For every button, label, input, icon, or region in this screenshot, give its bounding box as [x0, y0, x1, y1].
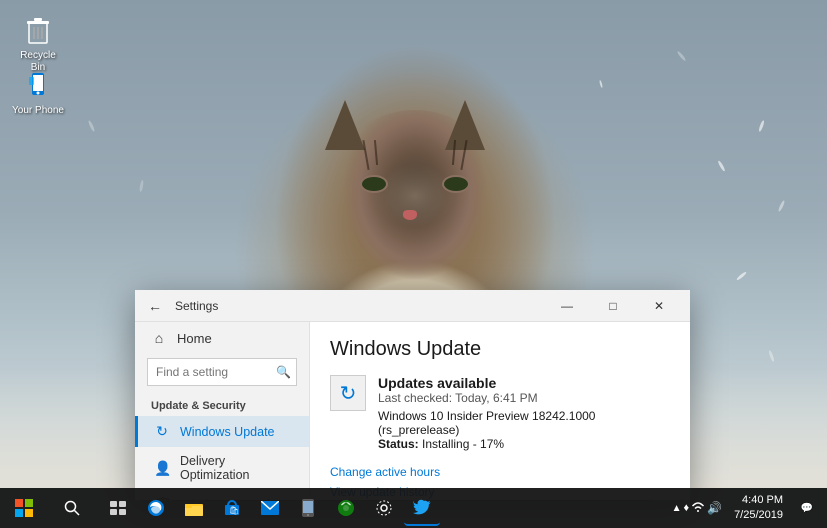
sidebar-item-delivery-opt[interactable]: 👤 Delivery Optimization	[135, 447, 309, 489]
your-phone-image	[22, 69, 54, 101]
svg-text:🛍: 🛍	[229, 506, 239, 515]
store-button[interactable]: 🛍	[214, 490, 250, 526]
sidebar-home-label: Home	[177, 331, 212, 346]
windows-update-label: Windows Update	[180, 425, 275, 439]
settings-sidebar: ⌂ Home 🔍 Update & Security ↻ Windows Upd…	[135, 322, 310, 500]
volume-icon[interactable]: 🔊	[707, 501, 722, 515]
home-icon: ⌂	[151, 330, 167, 346]
maximize-button[interactable]: □	[590, 290, 636, 322]
settings-body: ⌂ Home 🔍 Update & Security ↻ Windows Upd…	[135, 322, 690, 500]
update-status-icon: ↻	[330, 375, 366, 411]
window-controls: — □ ✕	[544, 290, 682, 322]
windows-update-icon: ↻	[154, 423, 170, 440]
sidebar-search-container: 🔍	[147, 358, 297, 386]
delivery-opt-label: Delivery Optimization	[180, 454, 293, 482]
settings-window: ← Settings — □ ✕ ⌂ Home 🔍	[135, 290, 690, 500]
edge-button[interactable]	[138, 490, 174, 526]
task-view-button[interactable]	[100, 490, 136, 526]
settings-taskbar-button[interactable]	[366, 490, 402, 526]
your-phone-label: Your Phone	[12, 105, 64, 117]
taskbar: 🛍	[0, 488, 827, 528]
change-active-hours-link[interactable]: Change active hours	[330, 465, 670, 479]
search-icon: 🔍	[276, 365, 291, 379]
update-info: Updates available Last checked: Today, 6…	[378, 375, 670, 451]
system-tray[interactable]: ▲ ♦ 🔊	[672, 501, 722, 516]
phone-taskbar-button[interactable]	[290, 490, 326, 526]
update-subtitle: Last checked: Today, 6:41 PM	[378, 391, 670, 405]
update-status-label: Status:	[378, 437, 419, 451]
delivery-opt-icon: 👤	[154, 460, 170, 477]
clock-date: 7/25/2019	[734, 508, 783, 523]
clock-time: 4:40 PM	[734, 493, 783, 508]
file-explorer-button[interactable]	[176, 490, 212, 526]
search-input[interactable]	[147, 358, 297, 386]
sidebar-item-windows-update[interactable]: ↻ Windows Update	[135, 416, 309, 447]
update-status: Status: Installing - 17%	[378, 437, 670, 451]
minimize-button[interactable]: —	[544, 290, 590, 322]
window-title: Settings	[175, 299, 218, 313]
update-version: Windows 10 Insider Preview 18242.1000 (r…	[378, 409, 670, 437]
network-icon[interactable]	[691, 501, 705, 516]
notification-center[interactable]: 💬	[795, 490, 819, 526]
close-button[interactable]: ✕	[636, 290, 682, 322]
taskbar-right: ▲ ♦ 🔊 4:40 PM 7/25/2019 💬	[672, 490, 827, 526]
back-button[interactable]: ←	[143, 294, 167, 318]
update-card: ↻ Updates available Last checked: Today,…	[330, 375, 670, 451]
desktop: Recycle Bin Your Phone ← Settings — □ ✕	[0, 0, 827, 528]
sidebar-section-title: Update & Security	[135, 394, 309, 416]
update-status-value: Installing - 17%	[422, 437, 504, 451]
page-title: Windows Update	[330, 338, 670, 361]
recycle-bin-image	[22, 14, 54, 46]
taskbar-search-button[interactable]	[48, 488, 96, 528]
sidebar-home[interactable]: ⌂ Home	[135, 322, 309, 354]
your-phone-icon[interactable]: Your Phone	[8, 65, 68, 121]
taskbar-app-icons: 🛍	[96, 490, 444, 526]
title-bar: ← Settings — □ ✕	[135, 290, 690, 322]
mail-button[interactable]	[252, 490, 288, 526]
twitter-button[interactable]	[404, 490, 440, 526]
system-clock[interactable]: 4:40 PM 7/25/2019	[726, 493, 791, 524]
xbox-button[interactable]	[328, 490, 364, 526]
tray-icon-1: ♦	[683, 502, 689, 514]
update-title: Updates available	[378, 375, 670, 391]
settings-main: Windows Update ↻ Updates available Last …	[310, 322, 690, 500]
tray-chevron[interactable]: ▲	[672, 503, 682, 514]
start-button[interactable]	[0, 488, 48, 528]
